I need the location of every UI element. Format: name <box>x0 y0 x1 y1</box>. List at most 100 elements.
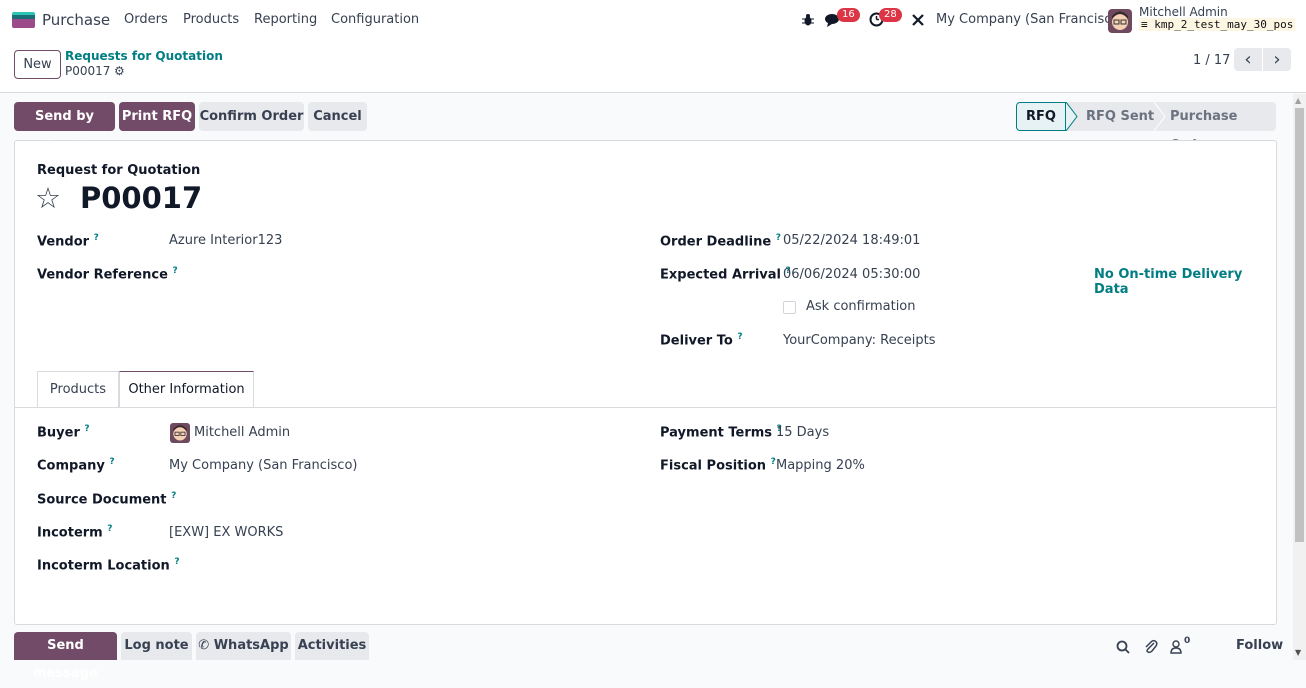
status-bar: RFQ RFQ Sent Purchase Order <box>1016 102 1276 153</box>
breadcrumb-parent[interactable]: Requests for Quotation <box>65 49 223 63</box>
incoterm-label: Incoterm ? <box>37 524 112 540</box>
help-icon[interactable]: ? <box>94 233 99 243</box>
print-rfq-button[interactable]: Print RFQ <box>119 102 195 131</box>
database-icon: ≡ <box>1141 18 1148 31</box>
pager-previous-button[interactable]: ‹ <box>1234 48 1262 71</box>
incoterm-location-field[interactable] <box>169 557 619 573</box>
settings-tools-icon[interactable] <box>911 13 925 27</box>
log-note-button[interactable]: Log note <box>121 632 192 660</box>
search-icon[interactable] <box>1116 640 1130 654</box>
status-rfq-sent[interactable]: RFQ Sent <box>1086 102 1154 131</box>
buyer-field[interactable]: Mitchell Admin <box>194 425 290 440</box>
whatsapp-icon: ✆ <box>198 638 210 653</box>
company-field[interactable]: My Company (San Francisco) <box>169 458 357 473</box>
scroll-down-arrow-icon[interactable]: ▼ <box>1295 648 1301 657</box>
on-time-delivery-link[interactable]: No On-time Delivery Data <box>1094 267 1276 297</box>
incoterm-field[interactable]: [EXW] EX WORKS <box>169 525 283 540</box>
buyer-label: Buyer ? <box>37 424 90 440</box>
buyer-label-text: Buyer <box>37 425 80 441</box>
expected-arrival-label-text: Expected Arrival <box>660 267 781 283</box>
source-document-label-text: Source Document <box>37 492 167 508</box>
vendor-field[interactable]: Azure Interior123 <box>169 233 282 248</box>
send-message-button[interactable]: Send message <box>14 632 117 681</box>
follow-button[interactable]: Follow <box>1236 638 1283 653</box>
followers-count: 0 <box>1184 636 1191 646</box>
ask-confirmation-label[interactable]: Ask confirmation <box>806 299 916 314</box>
cancel-button[interactable]: Cancel <box>308 102 367 131</box>
payment-terms-label: Payment Terms ? <box>660 424 782 440</box>
activities-badge: 28 <box>879 8 902 22</box>
menu-products[interactable]: Products <box>183 12 239 27</box>
chevron-right-icon: › <box>1273 49 1281 70</box>
tab-other-information[interactable]: Other Information <box>119 371 254 408</box>
pager-value[interactable]: 1 / 17 <box>1193 53 1230 68</box>
ask-confirmation-checkbox[interactable] <box>783 301 796 314</box>
database-label: kmp_2_test_may_30_pos <box>1154 18 1294 31</box>
company-switcher[interactable]: My Company (San Francisco) <box>936 12 1124 27</box>
payment-terms-field[interactable]: 15 Days <box>776 425 829 440</box>
send-by-email-button[interactable]: Send by Email <box>14 102 115 153</box>
gear-icon[interactable]: ⚙ <box>114 64 125 78</box>
top-navbar: Purchase Orders Products Reporting Confi… <box>0 0 1306 40</box>
help-icon[interactable]: ? <box>107 524 112 534</box>
record-name: P00017 <box>80 181 203 215</box>
deliver-to-label: Deliver To ? <box>660 332 743 348</box>
user-name[interactable]: Mitchell Admin <box>1139 5 1228 19</box>
incoterm-location-label: Incoterm Location ? <box>37 557 180 573</box>
order-deadline-label-text: Order Deadline <box>660 234 772 250</box>
expected-arrival-field[interactable]: 06/06/2024 05:30:00 <box>783 267 920 282</box>
vendor-reference-label: Vendor Reference ? <box>37 266 178 282</box>
help-icon[interactable]: ? <box>84 424 89 434</box>
fiscal-position-label-text: Fiscal Position <box>660 458 767 474</box>
tabs-divider <box>15 407 1276 408</box>
scroll-up-arrow-icon[interactable]: ▲ <box>1295 96 1301 105</box>
status-rfq[interactable]: RFQ <box>1016 102 1066 131</box>
status-arrow-icon <box>1154 102 1166 131</box>
menu-orders[interactable]: Orders <box>124 12 168 27</box>
company-label: Company ? <box>37 457 115 473</box>
scrollbar-thumb[interactable] <box>1295 108 1304 542</box>
confirm-order-button[interactable]: Confirm Order <box>199 102 304 131</box>
order-deadline-label: Order Deadline ? <box>660 233 781 249</box>
tab-products[interactable]: Products <box>37 371 119 408</box>
new-button[interactable]: New <box>14 50 61 79</box>
order-deadline-field[interactable]: 05/22/2024 18:49:01 <box>783 233 920 248</box>
help-icon[interactable]: ? <box>109 457 114 467</box>
incoterm-label-text: Incoterm <box>37 525 103 541</box>
menu-reporting[interactable]: Reporting <box>254 12 317 27</box>
whatsapp-button[interactable]: ✆ WhatsApp <box>196 632 291 660</box>
app-menu-icon[interactable] <box>12 12 35 28</box>
status-purchase-order[interactable]: Purchase Order <box>1170 102 1276 153</box>
fiscal-position-field[interactable]: Mapping 20% <box>776 458 865 473</box>
menu-configuration[interactable]: Configuration <box>331 12 419 27</box>
control-panel: New Requests for Quotation P00017 ⚙ 1 / … <box>0 40 1306 93</box>
messages-badge: 16 <box>837 8 860 22</box>
source-document-label: Source Document ? <box>37 491 176 507</box>
help-icon[interactable]: ? <box>776 233 781 243</box>
database-name: ≡ kmp_2_test_may_30_pos <box>1139 18 1296 31</box>
activities-button[interactable]: Activities <box>295 632 369 660</box>
form-sheet: Request for Quotation ☆ P00017 Vendor ? … <box>14 140 1277 625</box>
source-document-field[interactable] <box>169 491 619 507</box>
debug-bug-icon[interactable] <box>802 13 814 26</box>
app-name[interactable]: Purchase <box>42 11 110 29</box>
buyer-avatar <box>170 423 190 443</box>
help-icon[interactable]: ? <box>737 332 742 342</box>
priority-star-icon[interactable]: ☆ <box>35 181 61 215</box>
vendor-reference-field[interactable] <box>169 266 619 282</box>
vendor-label: Vendor ? <box>37 233 99 249</box>
followers-icon[interactable] <box>1170 640 1182 654</box>
user-avatar[interactable] <box>1108 9 1132 33</box>
payment-terms-label-text: Payment Terms <box>660 425 773 441</box>
paperclip-icon[interactable] <box>1144 639 1158 654</box>
company-label-text: Company <box>37 458 105 474</box>
incoterm-location-label-text: Incoterm Location <box>37 558 170 574</box>
deliver-to-field[interactable]: YourCompany: Receipts <box>783 333 936 348</box>
fiscal-position-label: Fiscal Position ? <box>660 457 776 473</box>
vendor-label-text: Vendor <box>37 234 90 250</box>
deliver-to-label-text: Deliver To <box>660 333 733 349</box>
chevron-left-icon: ‹ <box>1244 49 1252 70</box>
pager-next-button[interactable]: › <box>1263 48 1291 71</box>
vendor-reference-label-text: Vendor Reference <box>37 267 168 283</box>
status-arrow-icon <box>1066 102 1078 131</box>
